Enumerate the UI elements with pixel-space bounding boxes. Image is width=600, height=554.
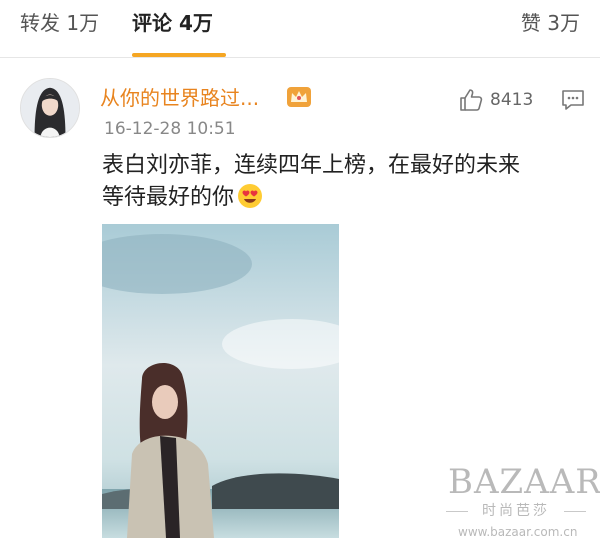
comment-body: 表白刘亦菲，连续四年上榜，在最好的未来 等待最好的你	[102, 150, 572, 214]
comment-text-line: 表白刘亦菲，连续四年上榜，在最好的未来	[102, 153, 521, 178]
crown-icon	[287, 87, 311, 107]
avatar-image	[21, 79, 79, 137]
comment-username[interactable]: 从你的世界路过...	[100, 84, 259, 112]
tab-reposts[interactable]: 转发 1万	[20, 9, 99, 37]
tab-comments[interactable]: 评论 4万	[132, 9, 213, 37]
comment-tabs-bar: 转发 1万 评论 4万 赞 3万	[0, 0, 600, 58]
tab-likes[interactable]: 赞 3万	[521, 9, 580, 37]
bazaar-watermark: BAZAAR 时尚芭莎 www.bazaar.com.cn	[420, 462, 600, 552]
photo-image	[102, 224, 339, 538]
watermark-url: www.bazaar.com.cn	[458, 525, 578, 539]
comment-attached-photo[interactable]	[102, 224, 339, 538]
thumb-up-icon	[460, 89, 483, 111]
comment-text-line: 等待最好的你	[102, 182, 572, 214]
comment-timestamp: 16-12-28 10:51	[104, 119, 236, 139]
active-tab-indicator	[132, 53, 226, 57]
avatar[interactable]	[20, 78, 80, 138]
watermark-chinese: 时尚芭莎	[446, 502, 586, 520]
comment-text-fragment: 等待最好的你	[102, 185, 235, 210]
like-count: 8413	[490, 90, 534, 110]
comment-icon[interactable]	[561, 89, 585, 111]
watermark-logo: BAZAAR	[448, 462, 600, 502]
heart-eyes-emoji-icon	[238, 184, 263, 208]
